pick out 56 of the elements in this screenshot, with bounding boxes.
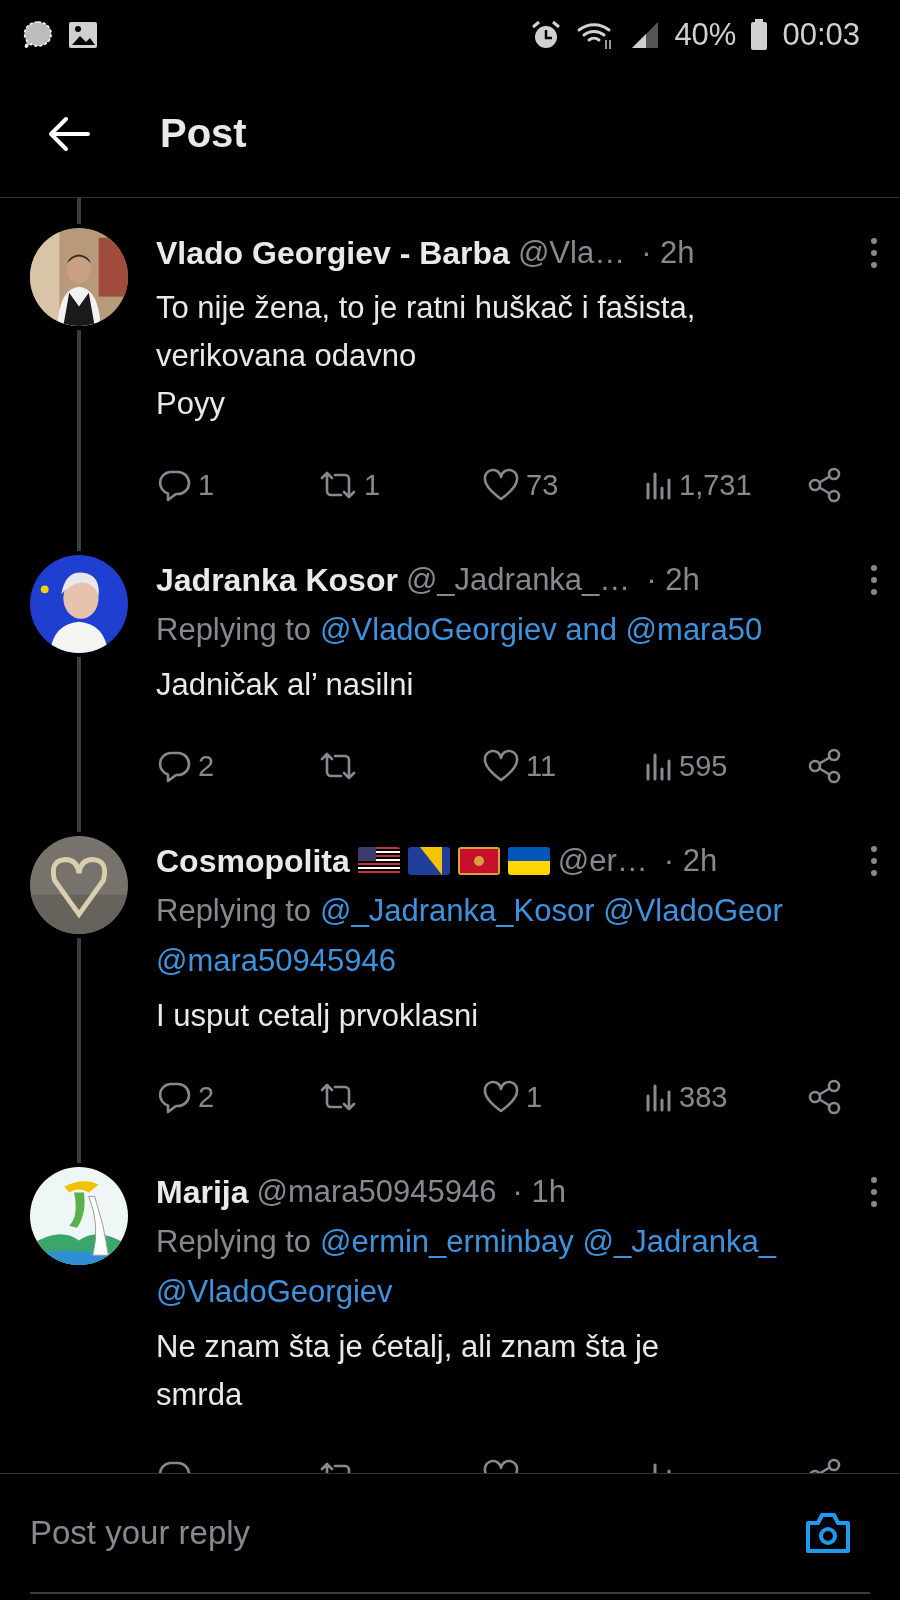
author-handle[interactable]: @_Jadranka_… — [405, 562, 631, 598]
heart-icon[interactable] — [482, 468, 520, 502]
battery-icon — [750, 19, 769, 51]
post-time: · 1h — [512, 1174, 566, 1210]
author-name[interactable]: Marija — [156, 1173, 249, 1211]
views-count: 1,731 — [679, 468, 752, 502]
signal-icon — [630, 20, 661, 50]
back-icon[interactable] — [48, 115, 90, 152]
heart-icon[interactable] — [482, 1080, 520, 1114]
more-icon[interactable] — [868, 563, 880, 597]
alarm-icon — [530, 19, 563, 51]
replying-label: Replying to — [156, 1224, 312, 1259]
post-time: · 2h — [663, 843, 718, 879]
post-text: To nije žena, to je ratni huškač i fašista, verikovana odavno Poyy — [156, 289, 697, 423]
mention-link[interactable]: @VladoGeorgiev — [156, 1274, 393, 1309]
reply-field[interactable]: Post your reply — [30, 1505, 804, 1561]
clock-time: 00:03 — [782, 17, 860, 53]
heart-icon[interactable] — [482, 749, 520, 783]
flag-icon — [457, 847, 500, 875]
like-count: 73 — [526, 468, 559, 502]
flag-icon — [407, 847, 450, 875]
views-count: 383 — [679, 1080, 728, 1114]
page-title: Post — [160, 111, 247, 156]
author-name[interactable]: Jadranka Kosor — [156, 561, 398, 599]
author-name[interactable]: Vlado Georgiev - Barba — [156, 234, 510, 272]
more-icon[interactable] — [868, 844, 880, 878]
like-count: 11 — [526, 749, 557, 783]
author-handle[interactable]: @er… — [557, 843, 648, 879]
battery-level: 40% — [674, 17, 737, 53]
replying-label: Replying to — [156, 612, 312, 647]
reply-count: 2 — [198, 749, 215, 783]
reply-count: 2 — [198, 1080, 215, 1114]
reply-count: 1 — [198, 468, 215, 502]
post-text: Ne znam šta je ćetalj, ali znam šta je smrda — [156, 1328, 661, 1414]
post-text: I usput cetalj prvoklasni — [156, 997, 480, 1035]
mention-link[interactable]: @ermin_erminbay @_Jadranka_ — [320, 1224, 776, 1259]
camera-icon[interactable] — [804, 1511, 852, 1555]
like-count: 1 — [526, 1080, 543, 1114]
author-name[interactable]: Cosmopolita — [156, 842, 350, 880]
replying-label: Replying to — [156, 893, 312, 928]
mention-link[interactable]: @_Jadranka_Kosor @VladoGeor — [320, 893, 783, 928]
mention-link[interactable]: @mara50945946 — [156, 943, 397, 978]
views-count: 595 — [679, 749, 728, 783]
post-text: Jadničak al’ nasilni — [156, 666, 415, 704]
more-icon[interactable] — [868, 236, 880, 270]
author-handle[interactable]: @mara50945946 — [256, 1174, 497, 1210]
image-icon — [68, 21, 98, 49]
author-handle[interactable]: @Vla… — [517, 235, 626, 271]
flag-icon — [357, 847, 400, 875]
flag-icon — [507, 847, 550, 875]
repost-count: 1 — [364, 468, 381, 502]
post-time: · 2h — [646, 562, 700, 598]
mention-link[interactable]: @VladoGeorgiev and @mara50 — [320, 612, 763, 647]
chat-bubble-icon — [22, 19, 54, 51]
more-icon[interactable] — [868, 1175, 880, 1209]
post-time: · 2h — [641, 235, 695, 271]
